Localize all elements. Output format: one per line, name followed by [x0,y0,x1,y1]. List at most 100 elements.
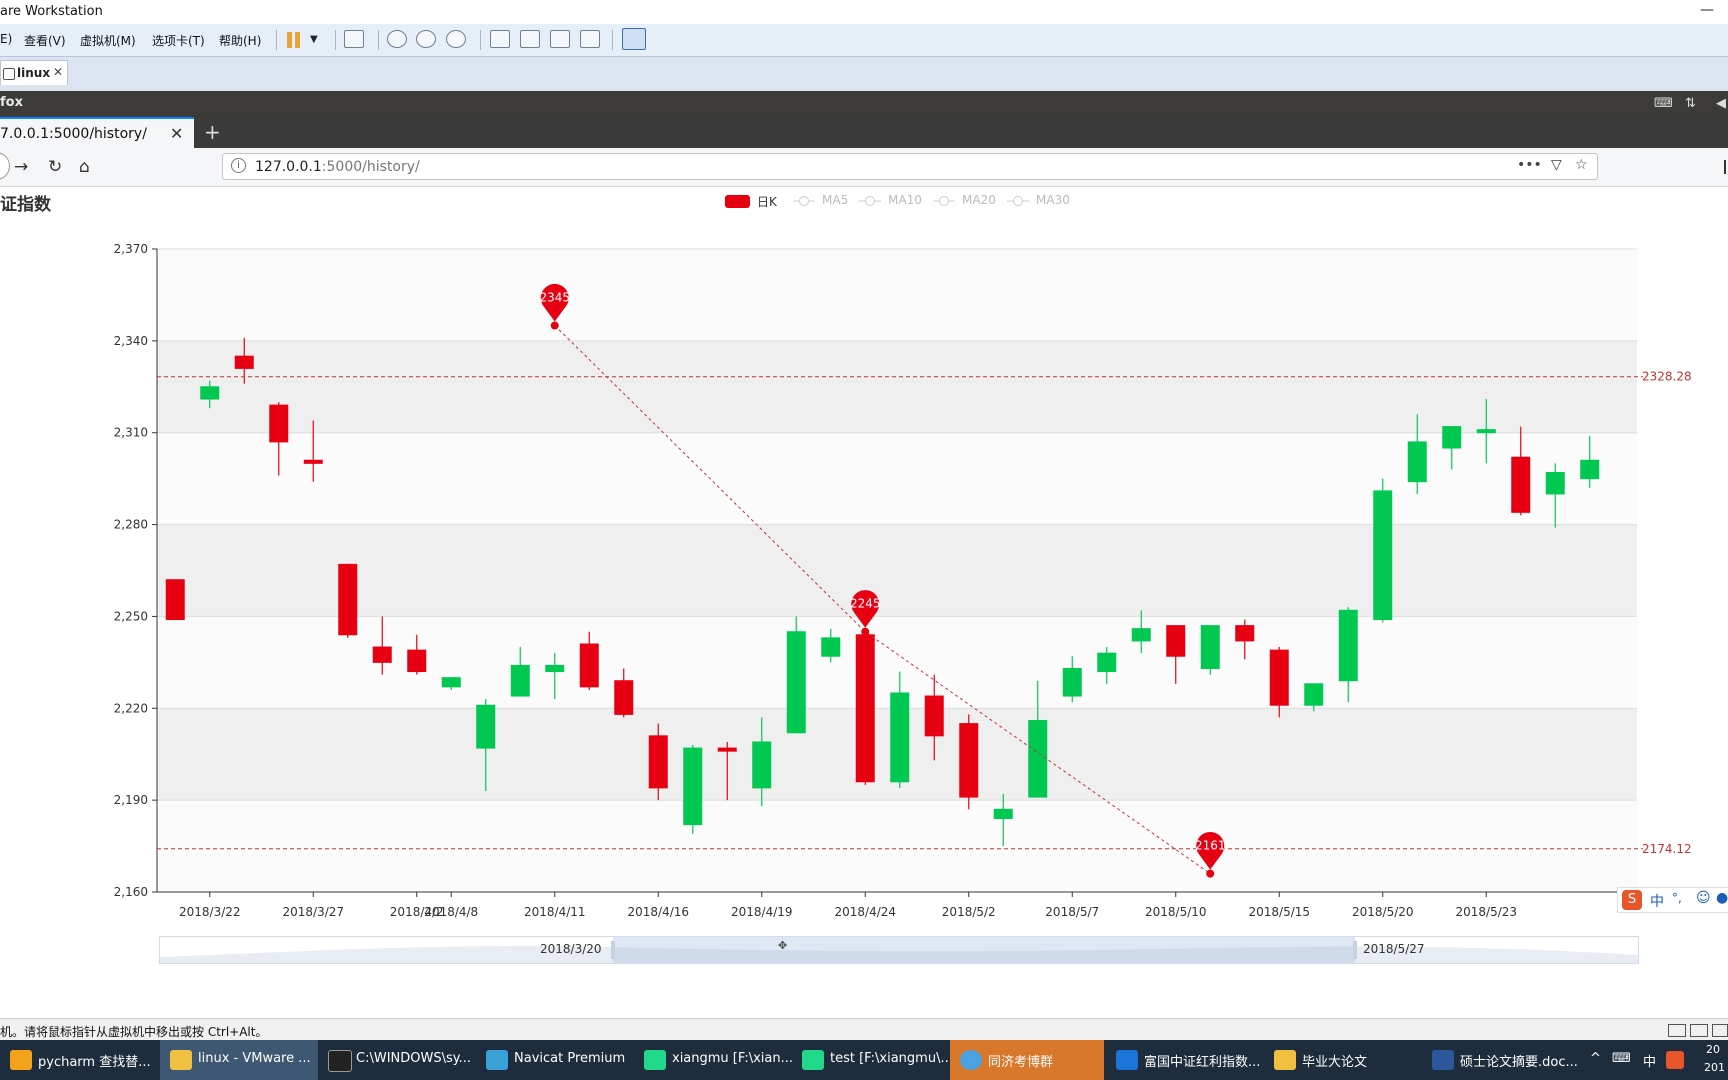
candle-body [441,677,461,688]
candle-body [303,459,323,464]
unity-icon[interactable] [580,30,600,48]
tray-lang[interactable]: 中 [1643,1051,1656,1070]
menu-help[interactable]: 帮助(H) [219,32,261,49]
candle-body [752,741,772,789]
reload-icon[interactable]: ↻ [48,157,62,177]
y-tick-label: 2,190 [114,793,148,807]
x-tick-label: 2018/5/23 [1455,905,1517,919]
volume-icon[interactable]: ◀ [1716,97,1728,111]
candle-body [545,664,565,673]
keyboard-icon[interactable]: ⌨ [1654,97,1673,111]
ime-punct[interactable]: °, [1672,891,1682,905]
close-icon[interactable]: ✕ [53,65,63,79]
menu-tabs[interactable]: 选项卡(T) [152,32,205,49]
taskbar-item[interactable]: 硕士论文摘要.doc... [1422,1040,1594,1080]
mark-point-label: 2161 [1195,839,1226,853]
new-tab-icon[interactable]: + [204,120,221,144]
sogou-icon[interactable]: S [1622,890,1642,910]
url-bar[interactable]: i 127.0.0.1:5000/history/ ••• ▽ ☆ [222,153,1598,180]
taskbar-item[interactable]: C:\WINDOWS\sy... [318,1040,476,1080]
mic-icon[interactable]: ● [1716,890,1728,906]
tab-history[interactable]: 7.0.0.1:5000/history/ ✕ [0,117,194,148]
candle-body [1476,429,1496,434]
x-tick-label: 2018/5/10 [1145,905,1207,919]
device-icon[interactable] [1712,1024,1728,1037]
candle-body [717,747,737,752]
y-tick-label: 2,280 [114,518,148,532]
console-view-icon[interactable] [622,28,646,50]
tab-title: 7.0.0.1:5000/history/ [0,126,147,142]
app-icon [170,1050,192,1070]
send-keys-icon[interactable] [344,30,364,48]
library-icon[interactable] [490,30,510,48]
close-tab-icon[interactable]: ✕ [170,124,183,143]
vm-icon [3,68,15,80]
x-tick-label: 2018/4/16 [627,905,689,919]
device-icon[interactable] [1690,1024,1708,1037]
taskbar-item[interactable]: 毕业大论文 [1264,1040,1422,1080]
network-icon[interactable]: ⇅ [1685,97,1701,111]
candle-body [1062,667,1082,697]
candle-body [165,579,185,620]
candle-body [1407,441,1427,483]
emoji-icon[interactable]: ☺ [1696,890,1711,906]
revert-snapshot-icon[interactable] [416,30,436,48]
minimize-icon[interactable]: — [1700,2,1714,18]
tray-chevron-icon[interactable]: ^ [1590,1051,1601,1066]
sogou-tray-icon[interactable] [1666,1051,1684,1069]
taskbar-item[interactable]: linux - VMware ... [160,1040,318,1080]
mark-point-dot [1206,869,1215,878]
home-icon[interactable]: ⌂ [79,157,90,177]
device-icon[interactable] [1668,1024,1686,1037]
taskbar-item[interactable]: Navicat Premium [476,1040,634,1080]
forward-icon[interactable]: → [14,157,28,177]
thumbnail-icon[interactable] [520,30,540,48]
y-tick-label: 2,340 [114,334,148,348]
taskbar-item[interactable]: 富国中证红利指数... [1106,1040,1264,1080]
ime-mode[interactable]: 中 [1650,891,1664,911]
bookmark-star-icon[interactable]: ☆ [1575,157,1588,173]
candle-body [890,692,910,783]
tab-linux[interactable]: linux ✕ [0,60,68,85]
menu-vm[interactable]: 虚拟机(M) [80,32,136,49]
taskbar-item[interactable]: test [F:\xiangmu\... [792,1040,953,1080]
candle-body [959,723,979,798]
url-text: 127.0.0.1:5000/history/ [255,159,420,175]
taskbar-item[interactable]: 同济考博群 [950,1040,1104,1080]
split-band [157,800,1637,892]
ime-toolbar[interactable]: S 中 °, ☺ ● [1617,887,1728,913]
taskbar-item[interactable]: xiangmu [F:\xian... [634,1040,793,1080]
move-handle-icon[interactable]: ✥ [778,939,787,952]
y-tick-label: 2,250 [114,609,148,623]
menu-edit[interactable]: E) [0,32,12,46]
pocket-icon[interactable]: ▽ [1551,157,1562,173]
menu-view[interactable]: 查看(V) [24,32,66,49]
full-screen-icon[interactable] [550,30,570,48]
vmware-menubar: E) 查看(V) 虚拟机(M) 选项卡(T) 帮助(H) ▼ [0,24,1728,57]
info-icon[interactable]: i [231,158,246,173]
y-tick-label: 2,220 [114,701,148,715]
candle-body [407,649,427,673]
page-actions-icon[interactable]: ••• [1517,157,1542,173]
mark-line-label: 2328.28 [1642,370,1692,384]
back-icon[interactable] [0,152,10,180]
app-icon [644,1050,666,1070]
tray-time[interactable]: 20 [1706,1043,1720,1056]
tray-keyboard-icon[interactable]: ⌨ [1612,1051,1631,1066]
firefox-nav-bar: → ↻ ⌂ i 127.0.0.1:5000/history/ ••• ▽ ☆ [0,148,1728,187]
split-band [157,340,1637,433]
candle-body [614,680,634,715]
y-tick-label: 2,370 [114,242,148,256]
candle-body [821,637,841,657]
windows-taskbar: pycharm 查找替... linux - VMware ... C:\WIN… [0,1040,1728,1080]
snapshot-icon[interactable] [387,30,407,48]
tray-date[interactable]: 201 [1704,1061,1725,1074]
library-icon[interactable] [1724,160,1726,174]
taskbar-item[interactable]: pycharm 查找替... [0,1040,160,1080]
vmware-title-bar: are Workstation — [0,0,1728,24]
pause-icon[interactable] [287,32,301,48]
data-zoom-slider[interactable]: 2018/3/20 2018/5/27 ✥ [159,936,1639,964]
window-title: are Workstation [0,4,103,19]
chevron-down-icon[interactable]: ▼ [310,34,318,45]
snapshot-manager-icon[interactable] [446,30,466,48]
